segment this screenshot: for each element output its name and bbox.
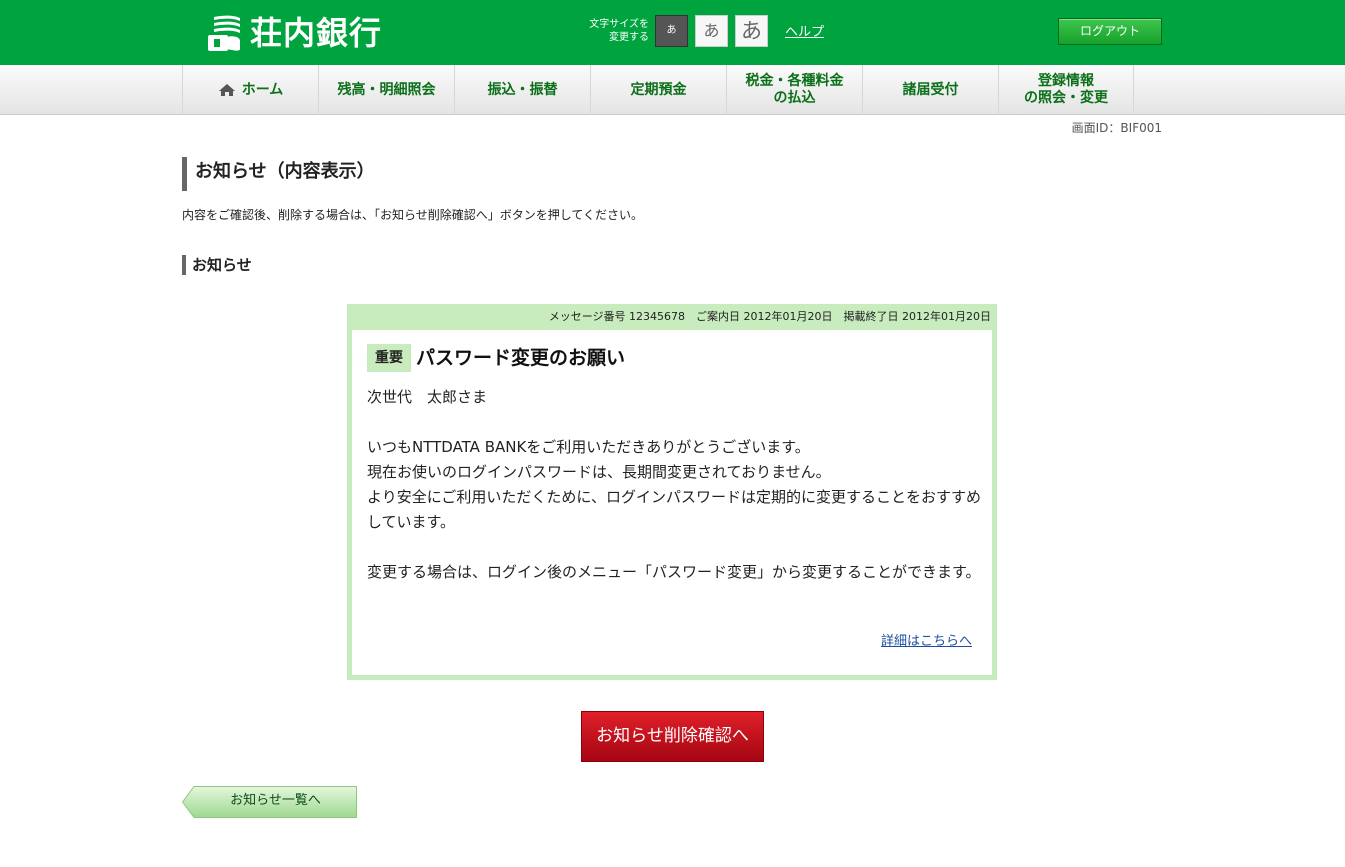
notice-line-3: より安全にご利用いただくために、ログインパスワードは定期的に変更することをおすす…: [367, 488, 981, 531]
nav-item-tax-payment-label-line2: の払込: [773, 90, 816, 106]
nav-item-time-deposit[interactable]: 定期預金: [590, 65, 726, 115]
nav-item-tax-payment-label-line1: 税金・各種料金: [745, 73, 844, 89]
nav-item-balance-label: 残高・明細照会: [337, 81, 436, 98]
bank-logo-icon: [206, 13, 242, 53]
delete-confirm-button[interactable]: お知らせ削除確認へ: [581, 711, 764, 762]
importance-badge: 重要: [367, 344, 411, 372]
header: 荘内銀行 文字サイズを 変更する あ あ あ ヘルプ ログアウト: [0, 0, 1345, 65]
nav-item-applications[interactable]: 諸届受付: [862, 65, 998, 115]
section-title: お知らせ: [182, 255, 252, 275]
nav-item-registration[interactable]: 登録情報 の照会・変更: [998, 65, 1134, 115]
main-nav: ホーム 残高・明細照会 振込・振替 定期預金 税金・各種料金 の払込 諸届受付 …: [0, 65, 1345, 115]
notice-body: 次世代 太郎さま いつもNTTDATA BANKをご利用いただきありがとうござい…: [367, 385, 982, 585]
bank-name: 荘内銀行: [250, 14, 383, 52]
font-size-label-line1: 文字サイズを: [589, 19, 649, 30]
screen-id: 画面ID：BIF001: [1071, 121, 1162, 135]
home-icon: [218, 83, 236, 97]
notice-content: 重要 パスワード変更のお願い 次世代 太郎さま いつもNTTDATA BANKを…: [352, 330, 992, 675]
nav-item-home-label: ホーム: [241, 81, 284, 98]
font-size-medium-button[interactable]: あ: [695, 15, 728, 47]
nav-item-registration-label-line1: 登録情報: [1038, 73, 1094, 89]
font-size-label: 文字サイズを 変更する: [577, 18, 649, 44]
nav-item-tax-payment[interactable]: 税金・各種料金 の払込: [726, 65, 862, 115]
notice-meta: メッセージ番号 12345678 ご案内日 2012年01月20日 掲載終了日 …: [548, 310, 991, 323]
page-title: お知らせ（内容表示）: [182, 157, 375, 191]
back-to-list-label: お知らせ一覧へ: [230, 793, 321, 808]
nav-item-transfer[interactable]: 振込・振替: [454, 65, 590, 115]
nav-item-applications-label: 諸届受付: [902, 81, 959, 98]
nav-item-time-deposit-label: 定期預金: [630, 81, 687, 98]
logout-button[interactable]: ログアウト: [1058, 18, 1162, 45]
detail-link[interactable]: 詳細はこちらへ: [881, 630, 972, 649]
font-size-large-button[interactable]: あ: [735, 15, 768, 47]
notice-panel: メッセージ番号 12345678 ご案内日 2012年01月20日 掲載終了日 …: [347, 304, 997, 680]
help-link[interactable]: ヘルプ: [785, 21, 824, 40]
nav-item-home[interactable]: ホーム: [182, 65, 318, 115]
notice-line-1: いつもNTTDATA BANKをご利用いただきありがとうございます。: [367, 438, 810, 456]
font-size-label-line2: 変更する: [609, 32, 649, 43]
nav-item-transfer-label: 振込・振替: [487, 81, 558, 98]
nav-item-balance[interactable]: 残高・明細照会: [318, 65, 454, 115]
back-to-list-button[interactable]: お知らせ一覧へ: [182, 786, 357, 818]
notice-line-4: 変更する場合は、ログイン後のメニュー「パスワード変更」から変更することができます…: [367, 563, 981, 581]
notice-recipient: 次世代 太郎さま: [367, 388, 488, 406]
font-size-small-button[interactable]: あ: [655, 15, 688, 47]
notice-title: パスワード変更のお願い: [416, 347, 626, 369]
bank-logo[interactable]: 荘内銀行: [206, 12, 382, 54]
notice-line-2: 現在お使いのログインパスワードは、長期間変更されておりません。: [367, 463, 831, 481]
instruction-text: 内容をご確認後、削除する場合は、「お知らせ削除確認へ」ボタンを押してください。: [182, 208, 644, 222]
nav-item-registration-label-line2: の照会・変更: [1024, 90, 1108, 106]
